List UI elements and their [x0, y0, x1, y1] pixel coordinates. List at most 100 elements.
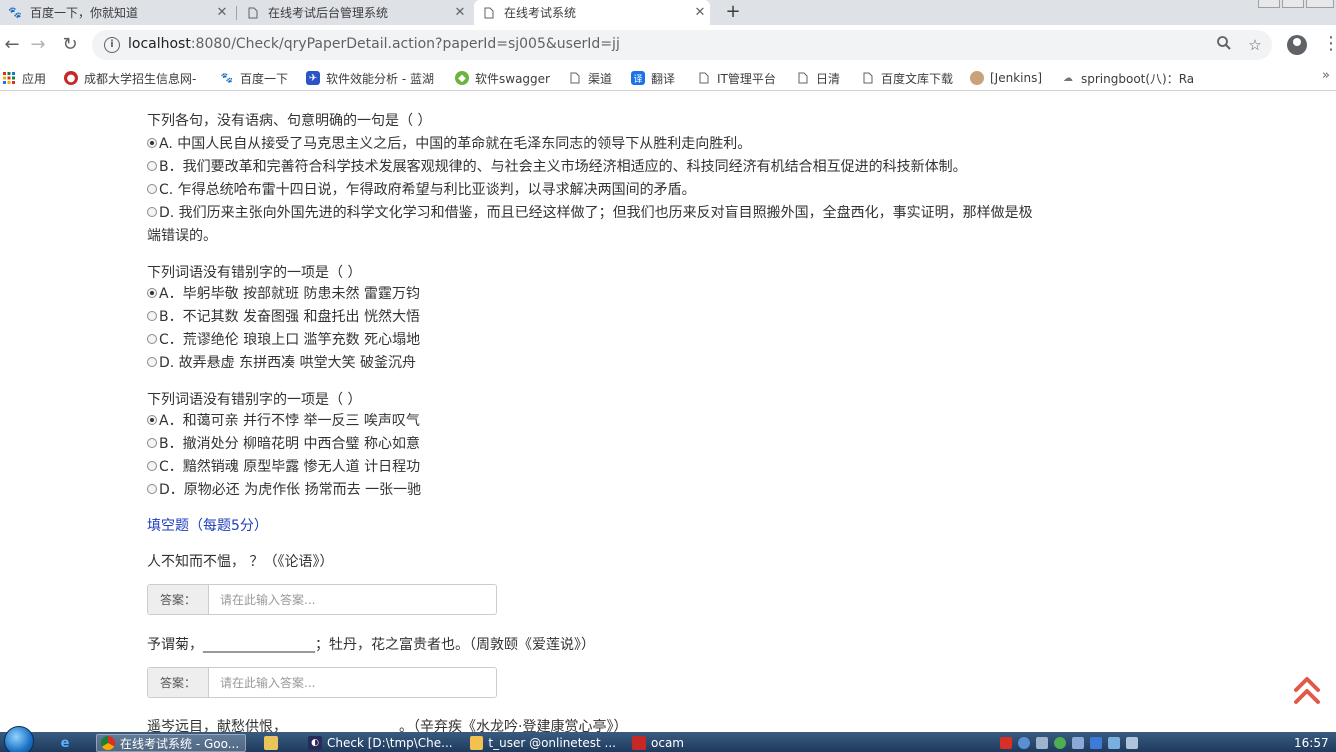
bookmark-item[interactable]: [Jenkins]: [970, 69, 1042, 87]
answer-input[interactable]: [209, 585, 496, 614]
taskbar-navicat[interactable]: t_user @onlinetest ...: [466, 734, 616, 752]
radio-button[interactable]: [147, 461, 157, 471]
taskbar-chrome[interactable]: 在线考试系统 - Goo...: [96, 734, 246, 752]
start-button[interactable]: [4, 726, 34, 752]
bookmark-item[interactable]: IT管理平台: [697, 69, 776, 87]
radio-button[interactable]: [147, 334, 157, 344]
network-icon[interactable]: [1108, 737, 1120, 749]
option-radio[interactable]: B．我们要改革和完善符合科学技术发展客观规律的、与社会主义市场经济相适应的、科技…: [147, 156, 967, 176]
radio-button[interactable]: [147, 357, 157, 367]
option-label: D. 我们历来主张向外国先进的科学文化学习和借鉴，而且已经这样做了；但我们也历来…: [159, 205, 1033, 221]
page-icon: [861, 71, 875, 85]
close-window-button[interactable]: [1306, 0, 1334, 8]
volume-icon[interactable]: [1126, 737, 1138, 749]
option-radio[interactable]: B．不记其数 发奋图强 和盘托出 恍然大悟: [147, 306, 420, 326]
option-radio[interactable]: C. 乍得总统哈布雷十四日说，乍得政府希望与利比亚谈判，以寻求解决两国间的矛盾。: [147, 179, 696, 199]
translate-icon: 译: [631, 71, 645, 85]
windows-taskbar: e 在线考试系统 - Goo... ◐ Check [D:\tmp\Che...…: [0, 726, 1336, 752]
option-radio[interactable]: D. 我们历来主张向外国先进的科学文化学习和借鉴，而且已经这样做了；但我们也历来…: [147, 202, 1033, 222]
minimize-button[interactable]: [1258, 0, 1280, 8]
new-tab-button[interactable]: +: [722, 0, 744, 25]
bookmark-apps[interactable]: 应用: [2, 69, 46, 87]
option-radio[interactable]: B．撤消处分 柳暗花明 中西合璧 称心如意: [147, 433, 420, 453]
back-to-top-icon[interactable]: [1294, 675, 1320, 707]
taskbar-ocam[interactable]: ocam: [628, 734, 778, 752]
tray-icon[interactable]: [1036, 737, 1048, 749]
menu-icon[interactable]: ⋮: [1322, 33, 1336, 54]
option-label: C．荒谬绝伦 琅琅上口 滥竽充数 死心塌地: [159, 332, 421, 348]
zoom-icon[interactable]: [1214, 35, 1234, 55]
radio-button[interactable]: [147, 161, 157, 171]
radio-button[interactable]: [147, 415, 157, 425]
bookmark-item[interactable]: ✈ 软件效能分析 - 蓝湖: [306, 69, 434, 87]
ime-icon[interactable]: [1000, 737, 1012, 749]
bookmark-star-icon[interactable]: ☆: [1245, 35, 1265, 55]
tab-baidu[interactable]: 🐾 百度一下，你就知道 ✕: [0, 0, 232, 25]
bookmark-item[interactable]: ● 成都大学招生信息网-: [64, 69, 196, 87]
chrome-icon: [101, 736, 115, 750]
radio-button[interactable]: [147, 138, 157, 148]
page-icon: [697, 71, 711, 85]
info-icon[interactable]: i: [104, 37, 120, 53]
bookmark-label: springboot(八)：Ra: [1081, 71, 1195, 86]
radio-button[interactable]: [147, 184, 157, 194]
profile-avatar-icon[interactable]: [1287, 35, 1307, 55]
bookmark-item[interactable]: 渠道: [568, 69, 612, 87]
ie-icon: e: [60, 735, 70, 751]
lanhu-icon: ✈: [306, 71, 320, 85]
radio-button[interactable]: [147, 484, 157, 494]
option-radio[interactable]: A．毕躬毕敬 按部就班 防患未然 雷霆万钧: [147, 283, 420, 303]
close-icon[interactable]: ✕: [450, 5, 470, 20]
option-label: A. 中国人民自从接受了马克思主义之后，中国的革命就在毛泽东同志的领导下从胜利走…: [159, 136, 752, 152]
bookmark-item[interactable]: 百度文库下载: [861, 69, 953, 87]
option-radio[interactable]: A．和蔼可亲 并行不悖 举一反三 唉声叹气: [147, 410, 420, 430]
taskbar-explorer[interactable]: [260, 734, 294, 752]
apps-grid-icon: [2, 71, 16, 85]
option-label: A．和蔼可亲 并行不悖 举一反三 唉声叹气: [159, 413, 420, 429]
bookmark-label: 翻译: [651, 71, 676, 86]
option-radio[interactable]: C．黯然销魂 原型毕露 惨无人道 计日程功: [147, 456, 420, 476]
tab-admin[interactable]: 在线考试后台管理系统 ✕: [238, 0, 470, 25]
bookmark-item[interactable]: 译 翻译: [631, 69, 675, 87]
radio-button[interactable]: [147, 311, 157, 321]
back-icon[interactable]: ←: [0, 33, 24, 57]
bookmarks-bar: 应用 ● 成都大学招生信息网- 🐾 百度一下 ✈ 软件效能分析 - 蓝湖 ◆ 软…: [0, 65, 1336, 91]
url-text[interactable]: localhost:8080/Check/qryPaperDetail.acti…: [128, 36, 620, 52]
bookmark-label: 软件swagger: [475, 71, 550, 86]
help-icon[interactable]: [1018, 737, 1030, 749]
wechat-icon[interactable]: [1054, 737, 1066, 749]
swagger-icon: ◆: [455, 71, 469, 85]
bluetooth-icon[interactable]: [1072, 737, 1084, 749]
reload-icon[interactable]: ↻: [58, 33, 82, 57]
option-radio[interactable]: C．荒谬绝伦 琅琅上口 滥竽充数 死心塌地: [147, 329, 420, 349]
bookmark-item[interactable]: 🐾 百度一下: [220, 69, 288, 87]
bookmark-item[interactable]: 日清: [796, 69, 840, 87]
taskbar-label: Check [D:\tmp\Che...: [327, 736, 453, 750]
maximize-button[interactable]: [1282, 0, 1304, 8]
answer-input[interactable]: [209, 668, 496, 697]
option-radio[interactable]: D．原物必还 为虎作伥 扬常而去 一张一驰: [147, 479, 421, 499]
ie-taskbar-button[interactable]: e: [54, 734, 80, 752]
radio-button[interactable]: [147, 288, 157, 298]
bookmark-label: 日清: [816, 71, 841, 86]
bookmark-label: 应用: [22, 71, 47, 86]
close-icon[interactable]: ✕: [212, 5, 232, 20]
jenkins-icon: [970, 71, 984, 85]
radio-button[interactable]: [147, 207, 157, 217]
address-bar[interactable]: i localhost:8080/Check/qryPaperDetail.ac…: [92, 30, 1272, 60]
bookmark-item[interactable]: ◆ 软件swagger: [455, 69, 550, 87]
shield-icon[interactable]: [1090, 737, 1102, 749]
question-stem: 下列词语没有错别字的一项是（ ）: [147, 392, 362, 408]
taskbar-eclipse[interactable]: ◐ Check [D:\tmp\Che...: [304, 734, 454, 752]
close-icon[interactable]: ✕: [690, 5, 710, 20]
chevron-right-icon[interactable]: »: [1322, 68, 1330, 83]
option-radio[interactable]: D. 故弄悬虚 东拼西凑 哄堂大笑 破釜沉舟: [147, 352, 416, 372]
tab-exam[interactable]: 在线考试系统 ✕: [474, 0, 710, 25]
option-radio[interactable]: A. 中国人民自从接受了马克思主义之后，中国的革命就在毛泽东同志的领导下从胜利走…: [147, 133, 751, 153]
forward-icon[interactable]: →: [26, 33, 50, 57]
system-clock[interactable]: 16:57: [1294, 736, 1329, 750]
page-icon: [796, 71, 810, 85]
system-tray: [1000, 734, 1138, 752]
bookmark-item[interactable]: ☁ springboot(八)：Ra: [1061, 69, 1196, 87]
radio-button[interactable]: [147, 438, 157, 448]
